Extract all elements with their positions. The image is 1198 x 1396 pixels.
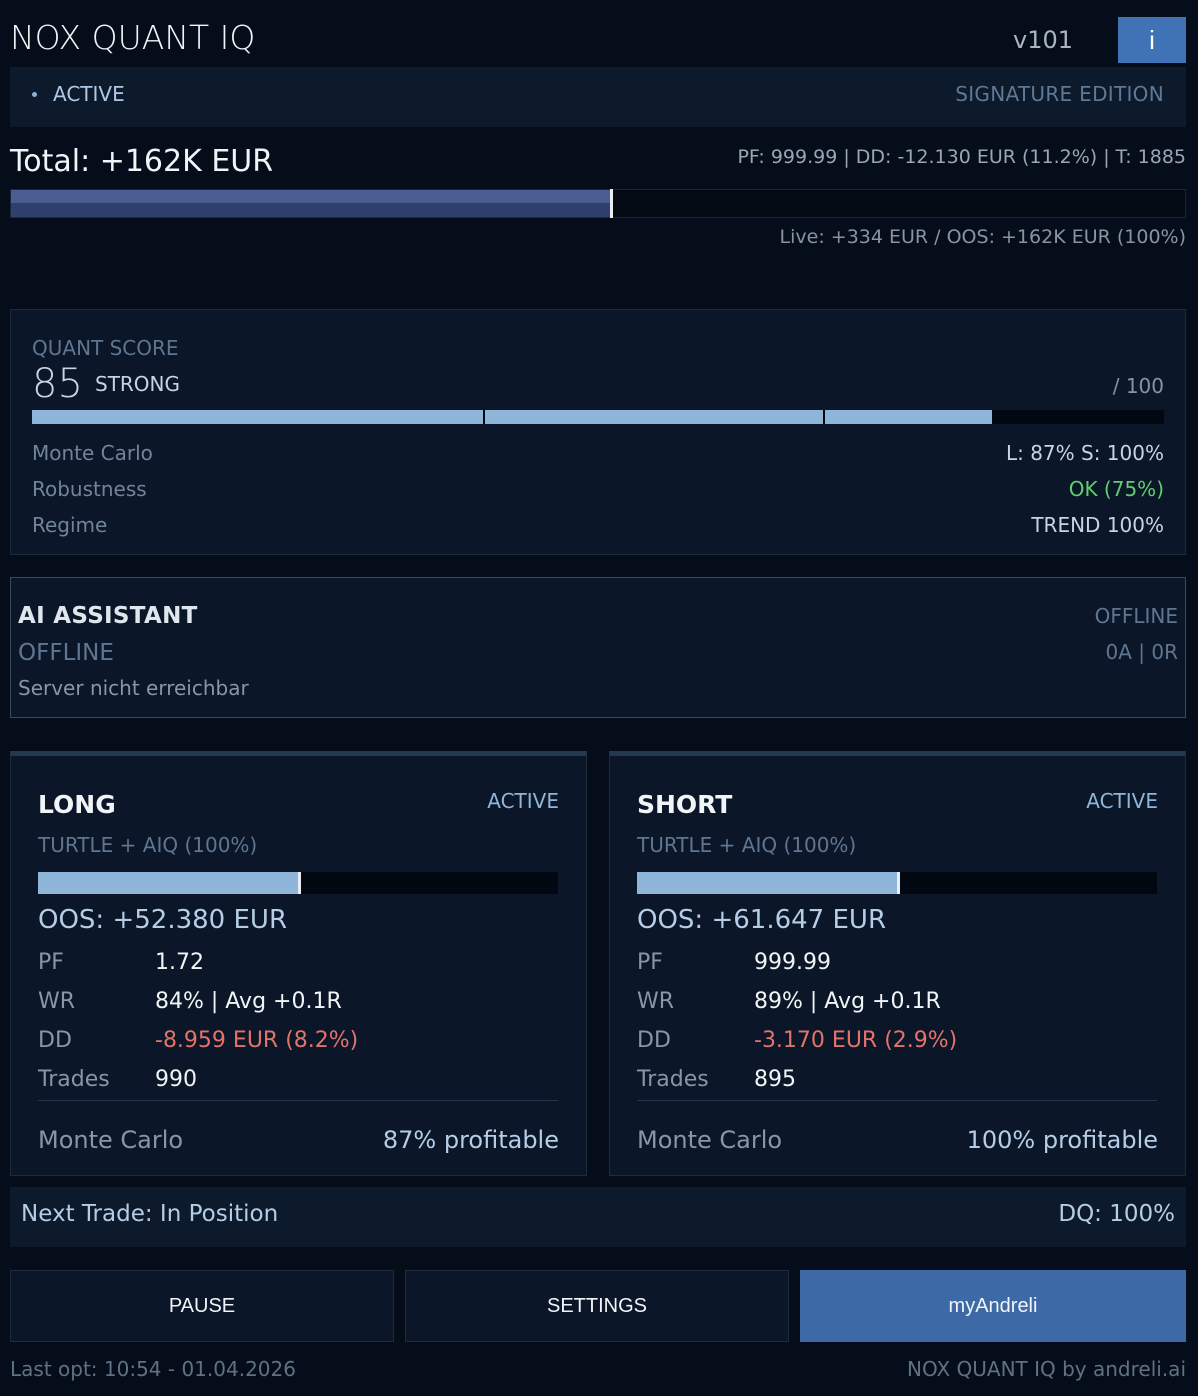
short-trades-value: 895	[754, 1067, 796, 1092]
ai-assistant-status: OFFLINE	[18, 640, 114, 666]
long-divider	[38, 1100, 558, 1101]
total-stats: PF: 999.99 | DD: -12.130 EUR (11.2%) | T…	[737, 146, 1186, 168]
edition-label: SIGNATURE EDITION	[955, 82, 1164, 106]
next-trade-status: Next Trade: In Position	[21, 1201, 279, 1227]
short-progress-marker	[897, 872, 900, 894]
long-title: LONG	[38, 790, 116, 819]
ai-assistant-title: AI ASSISTANT	[18, 603, 198, 629]
short-monte-carlo-value: 100% profitable	[966, 1126, 1158, 1154]
short-wr-label: WR	[637, 989, 675, 1014]
short-dd-value: -3.170 EUR (2.9%)	[754, 1028, 958, 1053]
info-button[interactable]: i	[1118, 17, 1186, 63]
short-wr-value: 89% | Avg +0.1R	[754, 989, 941, 1014]
long-monte-carlo-value: 87% profitable	[382, 1126, 559, 1154]
metric-label-robustness: Robustness	[32, 477, 147, 501]
short-progress-fill	[637, 872, 897, 894]
short-dd-label: DD	[637, 1028, 671, 1053]
long-pf-label: PF	[38, 950, 64, 975]
short-pf-label: PF	[637, 950, 663, 975]
long-progress-fill	[38, 872, 298, 894]
last-optimization: Last opt: 10:54 - 01.04.2026	[10, 1357, 296, 1381]
long-dd-label: DD	[38, 1028, 72, 1053]
short-trades-label: Trades	[637, 1067, 709, 1092]
status-dot-icon	[32, 92, 37, 97]
long-progress-marker	[298, 872, 301, 894]
long-status: ACTIVE	[487, 789, 559, 813]
settings-button[interactable]: SETTINGS	[405, 1270, 789, 1342]
ai-connection-status: OFFLINE	[1094, 604, 1178, 628]
version-label: v101	[1013, 26, 1074, 54]
ai-assistant-message: Server nicht erreichbar	[18, 676, 249, 700]
short-title: SHORT	[637, 790, 733, 819]
metric-label-monte-carlo: Monte Carlo	[32, 441, 153, 465]
quant-score-segment	[825, 410, 992, 424]
long-strategy: TURTLE + AIQ (100%)	[38, 833, 258, 857]
long-wr-value: 84% | Avg +0.1R	[155, 989, 342, 1014]
short-oos: OOS: +61.647 EUR	[637, 905, 887, 935]
total-progress-highlight	[11, 190, 610, 203]
app-title: NOX QUANT IQ	[10, 18, 256, 57]
long-trades-label: Trades	[38, 1067, 110, 1092]
quant-score-value: 85	[32, 361, 83, 407]
footer-brand: NOX QUANT IQ by andreli.ai	[907, 1357, 1186, 1381]
quant-score-segment	[485, 410, 823, 424]
long-wr-label: WR	[38, 989, 76, 1014]
short-status: ACTIVE	[1086, 789, 1158, 813]
metric-label-regime: Regime	[32, 513, 108, 537]
quant-score-grade: STRONG	[95, 372, 181, 396]
quant-score-max: / 100	[1112, 374, 1164, 398]
long-dd-value: -8.959 EUR (8.2%)	[155, 1028, 359, 1053]
data-quality: DQ: 100%	[1058, 1201, 1175, 1227]
live-oos-line: Live: +334 EUR / OOS: +162K EUR (100%)	[779, 226, 1186, 248]
short-pf-value: 999.99	[754, 950, 831, 975]
quant-score-label: QUANT SCORE	[32, 336, 179, 360]
short-divider	[637, 1100, 1157, 1101]
ai-counts: 0A | 0R	[1105, 640, 1178, 664]
total-progress-marker	[610, 189, 613, 218]
short-monte-carlo-label: Monte Carlo	[637, 1126, 783, 1154]
account-button[interactable]: myAndreli	[800, 1270, 1186, 1342]
metric-value-robustness: OK (75%)	[1068, 477, 1164, 501]
status-text: ACTIVE	[53, 82, 125, 106]
total-pnl: Total: +162K EUR	[10, 144, 274, 179]
quant-score-panel	[10, 309, 1186, 555]
pause-button[interactable]: PAUSE	[10, 1270, 394, 1342]
metric-value-monte-carlo: L: 87% S: 100%	[1005, 441, 1164, 465]
long-oos: OOS: +52.380 EUR	[38, 905, 288, 935]
long-pf-value: 1.72	[155, 950, 204, 975]
quant-score-segment	[32, 410, 483, 424]
long-monte-carlo-label: Monte Carlo	[38, 1126, 184, 1154]
long-trades-value: 990	[155, 1067, 197, 1092]
metric-value-regime: TREND 100%	[1031, 513, 1164, 537]
short-strategy: TURTLE + AIQ (100%)	[637, 833, 857, 857]
